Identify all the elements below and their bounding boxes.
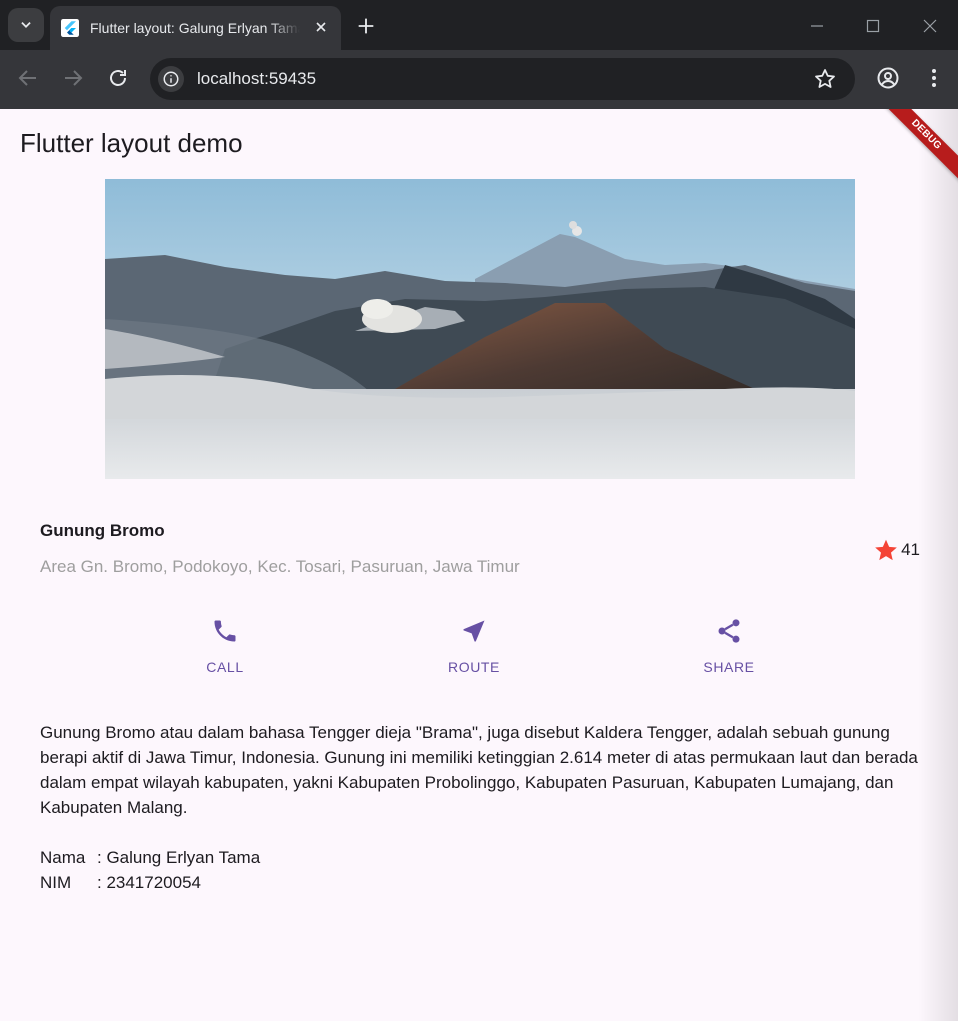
- bromo-landscape-image: [105, 179, 855, 479]
- window-close-icon: [923, 19, 937, 33]
- name-value: : Galung Erlyan Tama: [97, 848, 261, 867]
- chevron-down-icon: [21, 22, 31, 28]
- call-icon: [214, 620, 236, 642]
- app-viewport: Flutter layout demo Gunung Bromo Area Gn…: [0, 109, 958, 1021]
- tab-title: Flutter layout: Galung Erlyan Tama: [90, 20, 300, 36]
- browser-toolbar: localhost:59435: [0, 50, 958, 109]
- site-info-button[interactable]: [158, 66, 184, 92]
- share-icon: [718, 619, 740, 643]
- share-button[interactable]: SHARE: [669, 617, 789, 681]
- nim-value: : 2341720054: [97, 873, 201, 892]
- route-label: ROUTE: [448, 659, 500, 675]
- minimize-button[interactable]: [803, 12, 831, 40]
- window-close-button[interactable]: [916, 12, 944, 40]
- reload-icon[interactable]: [106, 66, 130, 90]
- place-address: Area Gn. Bromo, Podokoyo, Kec. Tosari, P…: [40, 557, 520, 576]
- flutter-logo-icon: [61, 19, 79, 37]
- credits: Nama : Galung Erlyan Tama NIM : 23417200…: [40, 845, 260, 895]
- maximize-icon: [866, 19, 880, 33]
- forward-arrow-icon[interactable]: [61, 66, 85, 90]
- name-label: Nama: [40, 848, 86, 867]
- tab-search-button[interactable]: [8, 8, 44, 42]
- nim-label: NIM: [40, 873, 72, 892]
- info-icon: [163, 71, 179, 87]
- scroll-shadow: [918, 109, 958, 1021]
- more-vert-icon[interactable]: [922, 66, 946, 90]
- credit-name-row: Nama : Galung Erlyan Tama: [40, 845, 260, 870]
- browser-tab-bar: Flutter layout: Galung Erlyan Tama: [0, 0, 958, 50]
- back-arrow-icon[interactable]: [16, 66, 40, 90]
- app-bar-title: Flutter layout demo: [20, 128, 243, 158]
- credit-nim-row: NIM : 2341720054: [40, 870, 260, 895]
- close-icon[interactable]: [313, 19, 329, 35]
- share-label: SHARE: [703, 659, 755, 675]
- call-label: CALL: [206, 659, 244, 675]
- place-name: Gunung Bromo: [40, 521, 165, 540]
- browser-tab[interactable]: Flutter layout: Galung Erlyan Tama: [50, 6, 341, 50]
- profile-icon[interactable]: [876, 66, 900, 90]
- rating: 41: [873, 537, 920, 563]
- route-button[interactable]: ROUTE: [414, 617, 534, 681]
- title-section: Gunung Bromo Area Gn. Bromo, Podokoyo, K…: [40, 521, 920, 581]
- rating-count: 41: [901, 540, 920, 559]
- description-text: Gunung Bromo atau dalam bahasa Tengger d…: [40, 723, 918, 817]
- minimize-icon: [811, 25, 823, 27]
- url-text: localhost:59435: [197, 69, 317, 88]
- maximize-button[interactable]: [859, 12, 887, 40]
- near-me-icon: [463, 620, 485, 642]
- address-bar[interactable]: localhost:59435: [150, 58, 855, 100]
- plus-icon[interactable]: [355, 15, 377, 37]
- action-button-row: CALL ROUTE SHARE: [0, 617, 958, 681]
- star-icon: [875, 539, 897, 561]
- bookmark-star-icon[interactable]: [813, 67, 837, 91]
- debug-banner: DEBUG: [877, 109, 958, 184]
- call-button[interactable]: CALL: [165, 617, 285, 681]
- mountain-photo: [105, 179, 855, 479]
